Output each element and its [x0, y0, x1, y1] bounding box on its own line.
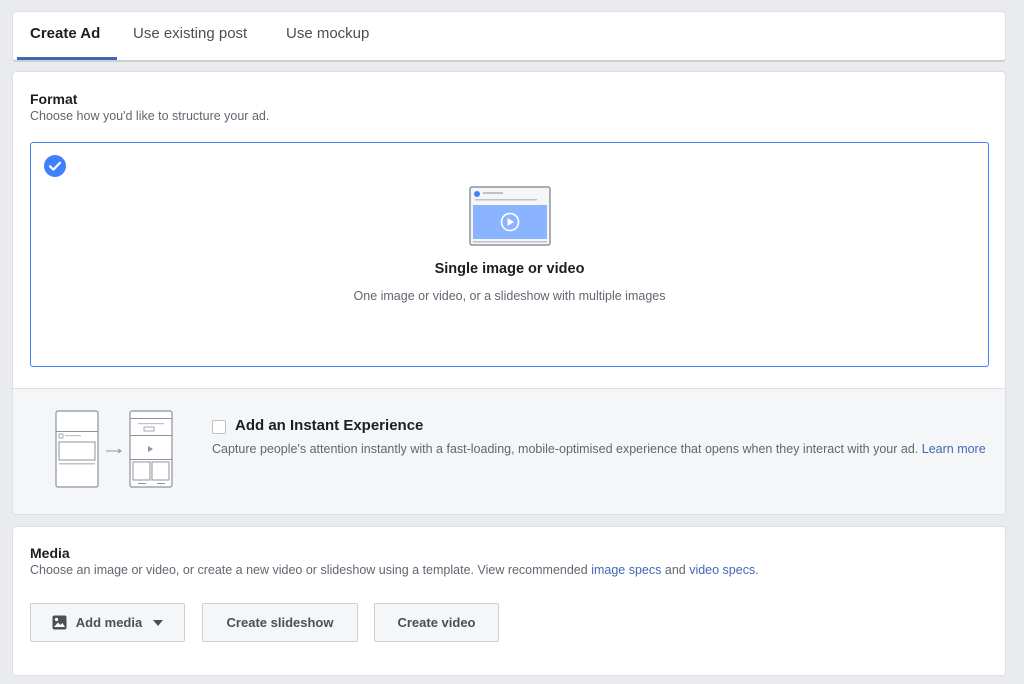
media-subtitle-period: .	[755, 563, 759, 577]
tab-use-mockup[interactable]: Use mockup	[286, 12, 369, 60]
format-title: Format	[30, 91, 78, 107]
format-option-description: One image or video, or a slideshow with …	[353, 289, 666, 303]
format-section: Format Choose how you'd like to structur…	[12, 71, 1006, 515]
instant-experience-title: Add an Instant Experience	[235, 417, 424, 434]
media-subtitle-and: and	[661, 563, 690, 577]
create-video-button[interactable]: Create video	[374, 603, 499, 642]
media-subtitle-text: Choose an image or video, or create a ne…	[30, 563, 592, 577]
tab-use-existing-post[interactable]: Use existing post	[133, 12, 247, 60]
create-slideshow-button[interactable]: Create slideshow	[202, 603, 358, 642]
tab-bar: Create Ad Use existing post Use mockup	[12, 11, 1006, 62]
format-subtitle: Choose how you'd like to structure your …	[30, 109, 270, 123]
check-circle-icon	[44, 155, 66, 177]
image-icon	[52, 615, 67, 630]
instant-experience-description: Capture people's attention instantly wit…	[212, 441, 992, 457]
caret-down-icon	[153, 619, 164, 626]
learn-more-link[interactable]: Learn more	[922, 442, 986, 456]
media-section: Media Choose an image or video, or creat…	[12, 526, 1006, 676]
instant-experience-checkbox[interactable]	[212, 420, 226, 434]
create-slideshow-label: Create slideshow	[226, 615, 334, 630]
tab-create-ad[interactable]: Create Ad	[30, 12, 100, 60]
video-specs-link[interactable]: video specs	[689, 563, 755, 577]
add-media-label: Add media	[75, 615, 143, 630]
single-image-video-illustration-icon	[469, 186, 551, 246]
instant-experience-description-text: Capture people's attention instantly wit…	[212, 442, 919, 456]
image-specs-link[interactable]: image specs	[591, 563, 661, 577]
format-option-single-image-or-video[interactable]: Single image or video One image or video…	[30, 142, 989, 367]
media-subtitle: Choose an image or video, or create a ne…	[30, 563, 759, 577]
format-option-label: Single image or video	[434, 261, 585, 277]
instant-experience-illustration-icon	[55, 410, 173, 488]
active-tab-indicator	[17, 57, 117, 60]
instant-experience-section: Add an Instant Experience Capture people…	[13, 388, 1005, 514]
add-media-button[interactable]: Add media	[30, 603, 185, 642]
create-video-label: Create video	[397, 615, 476, 630]
media-title: Media	[30, 545, 70, 561]
